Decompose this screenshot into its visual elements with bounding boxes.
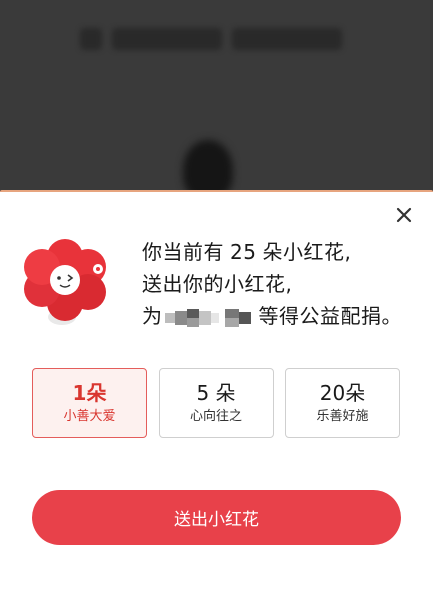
- pixelated-name-redaction: [164, 308, 257, 327]
- message-prefix: 你当前有: [142, 240, 224, 264]
- message-line-3-prefix: 为: [142, 304, 163, 328]
- send-flower-button[interactable]: 送出小红花: [32, 490, 401, 545]
- red-flower-popup: 你当前有25朵小红花, 送出你的小红花, 为 等得公益配捐。 1朵 小善大爱: [0, 190, 433, 594]
- close-icon[interactable]: [393, 204, 415, 226]
- flower-count: 25: [230, 240, 257, 264]
- option-amount: 1朵: [72, 380, 107, 405]
- message-suffix: 朵小红花,: [262, 240, 352, 264]
- option-amount: 5 朵: [196, 380, 236, 405]
- red-flower-mascot-icon: [20, 237, 120, 332]
- flower-amount-options: 1朵 小善大爱 5 朵 心向往之 20朵 乐善好施: [32, 368, 400, 438]
- option-subtitle: 乐善好施: [316, 408, 369, 424]
- blurred-background-header: [80, 22, 355, 56]
- screen: 你当前有25朵小红花, 送出你的小红花, 为 等得公益配捐。 1朵 小善大爱: [0, 0, 433, 594]
- flower-count-message: 你当前有 25 朵小红花, 送出你的小红花, 为 等得公益配捐。: [142, 236, 412, 332]
- option-5-flowers[interactable]: 5 朵 心向往之: [158, 368, 274, 438]
- option-1-flower[interactable]: 1朵 小善大爱: [32, 368, 147, 438]
- option-20-flowers[interactable]: 20朵 乐善好施: [285, 368, 400, 438]
- message-line-2: 送出你的小红花,: [142, 272, 293, 296]
- option-subtitle: 小善大爱: [63, 408, 116, 424]
- message-line-1: 你当前有 25 朵小红花,: [142, 236, 412, 268]
- option-subtitle: 心向往之: [189, 408, 242, 424]
- option-amount: 20朵: [319, 380, 366, 405]
- message-line-3-suffix: 等得公益配捐。: [258, 304, 402, 328]
- message-line-3: 为 等得公益配捐。: [142, 300, 412, 332]
